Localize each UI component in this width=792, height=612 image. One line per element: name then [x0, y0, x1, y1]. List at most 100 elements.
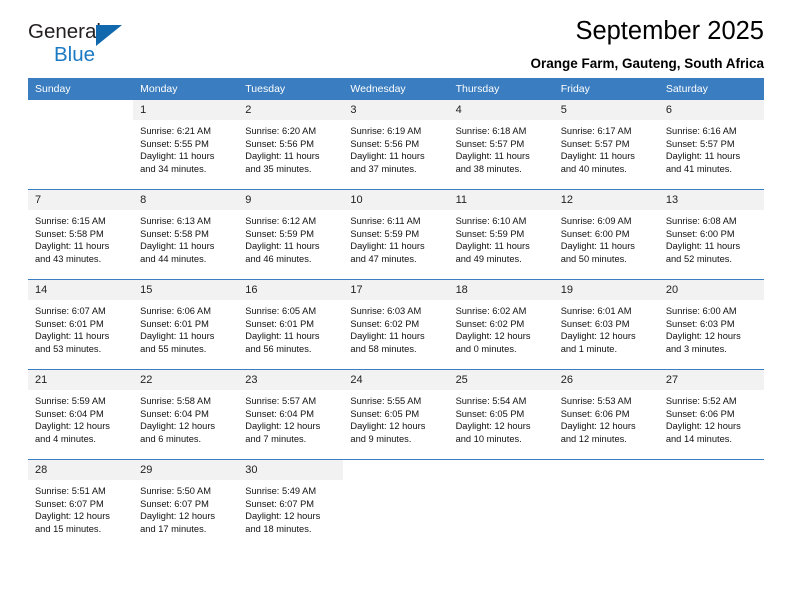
- daylight-text-line1: Daylight: 12 hours: [245, 511, 321, 522]
- calendar-day-cell[interactable]: 30 Sunrise: 5:49 AM Sunset: 6:07 PM Dayligh…: [238, 459, 344, 549]
- day-number: 12: [553, 190, 659, 210]
- daylight-text-line1: Daylight: 11 hours: [245, 331, 320, 342]
- calendar-body: 1 Sunrise: 6:21 AM Sunset: 5:55 PM Daylight…: [28, 100, 764, 549]
- day-details: Sunrise: 6:19 AM Sunset: 5:56 PM Daylight:…: [343, 120, 448, 175]
- weekday-header-saturday: Saturday: [658, 78, 764, 100]
- day-number: 3: [343, 100, 449, 120]
- sunrise-text: Sunrise: 6:09 AM: [560, 216, 632, 226]
- calendar-day-cell[interactable]: 4 Sunrise: 6:18 AM Sunset: 5:57 PM Daylight…: [448, 100, 554, 190]
- calendar-day-cell[interactable]: 29 Sunrise: 5:50 AM Sunset: 6:07 PM Dayligh…: [133, 459, 239, 549]
- day-number: 20: [658, 280, 764, 300]
- calendar-page: General Blue September 2025 Orange Farm,…: [0, 0, 792, 612]
- sunrise-text: Sunrise: 5:49 AM: [245, 486, 317, 496]
- calendar-day-cell[interactable]: 12 Sunrise: 6:09 AM Sunset: 6:00 PM Dayligh…: [553, 189, 659, 280]
- day-number: [449, 460, 554, 480]
- calendar-header-row: Sunday Monday Tuesday Wednesday Thursday…: [28, 78, 764, 100]
- day-number: 28: [28, 460, 134, 480]
- day-details: Sunrise: 6:03 AM Sunset: 6:02 PM Daylight:…: [343, 300, 448, 355]
- daylight-text-line1: Daylight: 12 hours: [560, 331, 636, 342]
- daylight-text-line2: and 38 minutes.: [455, 163, 522, 174]
- sunrise-text: Sunrise: 6:07 AM: [35, 306, 106, 316]
- sunrise-text: Sunrise: 5:59 AM: [35, 396, 106, 406]
- calendar-week-row: 1 Sunrise: 6:21 AM Sunset: 5:55 PM Daylight…: [28, 100, 764, 190]
- daylight-text-line1: Daylight: 11 hours: [665, 151, 741, 162]
- sunset-text: Sunset: 5:55 PM: [140, 138, 209, 149]
- daylight-text-line1: Daylight: 11 hours: [140, 151, 215, 162]
- calendar-day-cell[interactable]: 28 Sunrise: 5:51 AM Sunset: 6:07 PM Dayligh…: [28, 459, 134, 549]
- page-subtitle: Orange Farm, Gauteng, South Africa: [530, 55, 764, 71]
- sunset-text: Sunset: 5:58 PM: [140, 228, 209, 239]
- calendar-day-cell[interactable]: 14 Sunrise: 6:07 AM Sunset: 6:01 PM Dayligh…: [28, 279, 134, 370]
- calendar-day-cell[interactable]: 7 Sunrise: 6:15 AM Sunset: 5:58 PM Daylight…: [28, 189, 134, 280]
- calendar-day-cell[interactable]: 3 Sunrise: 6:19 AM Sunset: 5:56 PM Daylight…: [343, 100, 449, 190]
- day-details: Sunrise: 6:02 AM Sunset: 6:02 PM Daylight:…: [449, 300, 554, 355]
- sunset-text: Sunset: 6:06 PM: [665, 408, 735, 419]
- calendar-day-cell[interactable]: 25 Sunrise: 5:54 AM Sunset: 6:05 PM Dayligh…: [448, 369, 554, 460]
- daylight-text-line1: Daylight: 11 hours: [455, 241, 530, 252]
- day-details: Sunrise: 5:54 AM Sunset: 6:05 PM Daylight:…: [449, 390, 554, 445]
- day-number: [343, 460, 448, 480]
- calendar-table: Sunday Monday Tuesday Wednesday Thursday…: [28, 78, 764, 549]
- day-details: Sunrise: 6:07 AM Sunset: 6:01 PM Daylight:…: [28, 300, 133, 355]
- sunrise-text: Sunrise: 5:58 AM: [140, 396, 211, 406]
- sunset-text: Sunset: 6:05 PM: [455, 408, 525, 419]
- calendar-day-cell[interactable]: 15 Sunrise: 6:06 AM Sunset: 6:01 PM Dayligh…: [133, 279, 239, 370]
- calendar-day-cell[interactable]: 23 Sunrise: 5:57 AM Sunset: 6:04 PM Dayligh…: [238, 369, 344, 460]
- calendar-day-cell[interactable]: 9 Sunrise: 6:12 AM Sunset: 5:59 PM Daylight…: [238, 189, 344, 280]
- triangle-flag-icon: [96, 25, 122, 46]
- calendar-day-cell[interactable]: 26 Sunrise: 5:53 AM Sunset: 6:06 PM Dayligh…: [553, 369, 659, 460]
- calendar-day-cell[interactable]: 18 Sunrise: 6:02 AM Sunset: 6:02 PM Dayligh…: [448, 279, 554, 370]
- sunrise-text: Sunrise: 5:57 AM: [245, 396, 317, 406]
- sunrise-text: Sunrise: 6:00 AM: [665, 306, 737, 316]
- calendar-day-cell[interactable]: 2 Sunrise: 6:20 AM Sunset: 5:56 PM Daylight…: [238, 100, 344, 190]
- daylight-text-line2: and 6 minutes.: [140, 433, 202, 444]
- day-number: 4: [448, 100, 554, 120]
- calendar-day-cell[interactable]: 17 Sunrise: 6:03 AM Sunset: 6:02 PM Dayligh…: [343, 279, 449, 370]
- daylight-text-line1: Daylight: 12 hours: [35, 421, 110, 432]
- calendar-day-cell[interactable]: 11 Sunrise: 6:10 AM Sunset: 5:59 PM Dayligh…: [448, 189, 554, 280]
- day-details: Sunrise: 6:06 AM Sunset: 6:01 PM Daylight:…: [133, 300, 238, 355]
- calendar-empty-cell: [553, 459, 659, 549]
- calendar-day-cell[interactable]: 10 Sunrise: 6:11 AM Sunset: 5:59 PM Dayligh…: [343, 189, 449, 280]
- sunrise-text: Sunrise: 6:13 AM: [140, 216, 211, 226]
- daylight-text-line2: and 47 minutes.: [350, 253, 417, 264]
- day-details: Sunrise: 6:21 AM Sunset: 5:55 PM Daylight:…: [133, 120, 238, 175]
- calendar-day-cell[interactable]: 1 Sunrise: 6:21 AM Sunset: 5:55 PM Daylight…: [133, 100, 239, 190]
- calendar-day-cell[interactable]: 13 Sunrise: 6:08 AM Sunset: 6:00 PM Dayligh…: [658, 189, 764, 280]
- daylight-text-line2: and 9 minutes.: [350, 433, 412, 444]
- day-number: 26: [553, 370, 659, 390]
- day-details: Sunrise: 6:08 AM Sunset: 6:00 PM Daylight:…: [659, 210, 764, 265]
- calendar-day-cell[interactable]: 22 Sunrise: 5:58 AM Sunset: 6:04 PM Dayligh…: [133, 369, 239, 460]
- daylight-text-line1: Daylight: 11 hours: [455, 151, 530, 162]
- calendar-empty-cell: [448, 459, 554, 549]
- daylight-text-line1: Daylight: 11 hours: [140, 331, 215, 342]
- calendar-day-cell[interactable]: 5 Sunrise: 6:17 AM Sunset: 5:57 PM Daylight…: [553, 100, 659, 190]
- calendar-day-cell[interactable]: 6 Sunrise: 6:16 AM Sunset: 5:57 PM Daylight…: [658, 100, 764, 190]
- sunset-text: Sunset: 5:56 PM: [245, 138, 315, 149]
- sunrise-text: Sunrise: 6:12 AM: [245, 216, 317, 226]
- daylight-text-line1: Daylight: 12 hours: [455, 331, 531, 342]
- calendar-week-row: 7 Sunrise: 6:15 AM Sunset: 5:58 PM Daylight…: [28, 189, 764, 280]
- brand-logo[interactable]: General Blue: [28, 21, 148, 70]
- calendar-day-cell[interactable]: 20 Sunrise: 6:00 AM Sunset: 6:03 PM Dayligh…: [658, 279, 764, 370]
- sunrise-text: Sunrise: 6:06 AM: [140, 306, 211, 316]
- calendar-day-cell[interactable]: 16 Sunrise: 6:05 AM Sunset: 6:01 PM Dayligh…: [238, 279, 344, 370]
- daylight-text-line2: and 4 minutes.: [35, 433, 96, 444]
- calendar-day-cell[interactable]: 8 Sunrise: 6:13 AM Sunset: 5:58 PM Daylight…: [133, 189, 239, 280]
- calendar-empty-cell: [658, 459, 764, 549]
- sunrise-text: Sunrise: 6:10 AM: [455, 216, 527, 226]
- day-details: Sunrise: 5:52 AM Sunset: 6:06 PM Daylight:…: [659, 390, 764, 445]
- sunset-text: Sunset: 6:07 PM: [245, 498, 315, 509]
- sunrise-text: Sunrise: 6:20 AM: [245, 126, 317, 136]
- calendar-day-cell[interactable]: 21 Sunrise: 5:59 AM Sunset: 6:04 PM Dayligh…: [28, 369, 134, 460]
- calendar-day-cell[interactable]: 27 Sunrise: 5:52 AM Sunset: 6:06 PM Dayligh…: [658, 369, 764, 460]
- sunrise-text: Sunrise: 6:21 AM: [140, 126, 211, 136]
- sunrise-text: Sunrise: 6:11 AM: [350, 216, 421, 226]
- sunset-text: Sunset: 6:07 PM: [140, 498, 209, 509]
- calendar-day-cell[interactable]: 24 Sunrise: 5:55 AM Sunset: 6:05 PM Dayligh…: [343, 369, 449, 460]
- day-number: 13: [658, 190, 764, 210]
- sunset-text: Sunset: 5:58 PM: [35, 228, 104, 239]
- daylight-text-line2: and 14 minutes.: [665, 433, 732, 444]
- calendar-day-cell[interactable]: 19 Sunrise: 6:01 AM Sunset: 6:03 PM Dayligh…: [553, 279, 659, 370]
- daylight-text-line2: and 12 minutes.: [560, 433, 627, 444]
